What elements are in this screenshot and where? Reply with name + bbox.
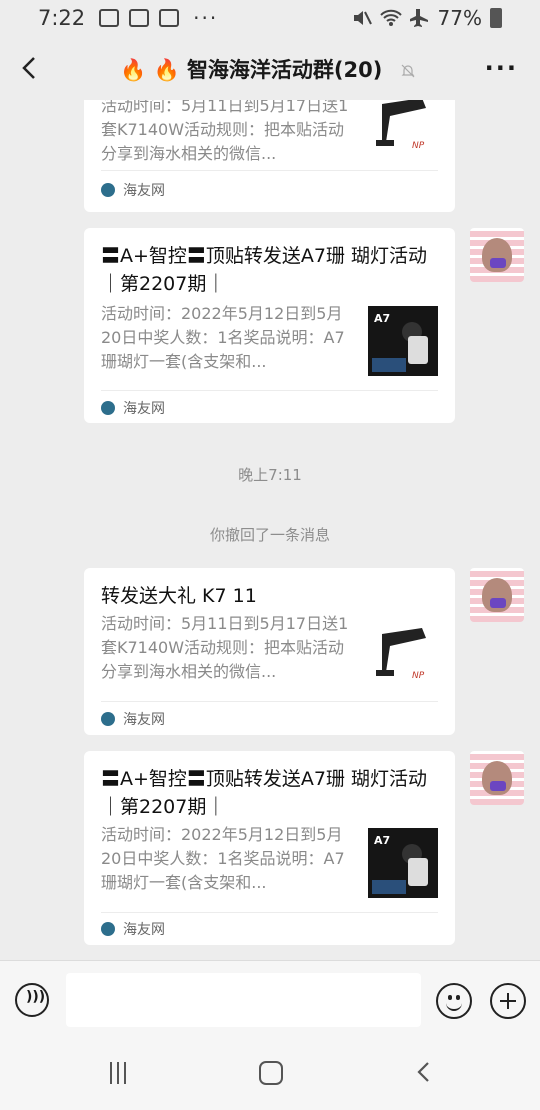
mute-icon <box>353 11 372 25</box>
card-divider <box>101 701 438 702</box>
card-divider <box>101 912 438 913</box>
chat-header: 🔥 🔥 智海海洋活动群(20) ··· <box>0 36 540 100</box>
group-name: 智海海洋活动群(20) <box>186 58 383 82</box>
card-title: 〓A+智控〓顶贴转发送A7珊 瑚灯活动｜第2207期｜ <box>101 245 428 295</box>
card-divider <box>101 170 438 171</box>
svg-text:NP: NP <box>412 141 425 151</box>
timestamp: 晚上7:11 <box>238 466 302 484</box>
message-card[interactable]: 转发送大礼 K7 11 活动时间：5月11日到5月17日送1套K7140W活动规… <box>84 568 455 735</box>
chat-area[interactable]: 活动时间：5月11日到5月17日送1套K7140W活动规则：把本贴活动分享到海水… <box>0 100 540 960</box>
card-divider <box>101 390 438 391</box>
more-actions-button[interactable] <box>490 983 526 1019</box>
svg-text:NP: NP <box>412 671 425 681</box>
card-description: 活动时间：5月11日到5月17日送1套K7140W活动规则：把本贴活动分享到海水… <box>101 100 349 163</box>
source-name: 海友网 <box>123 183 165 199</box>
mute-bell-icon <box>401 64 415 78</box>
d-app-icon <box>159 9 180 27</box>
home-button[interactable] <box>259 1061 283 1085</box>
fire-icon: 🔥 <box>153 58 180 82</box>
battery-icon <box>490 8 502 28</box>
voice-icon: ))) <box>26 989 46 1005</box>
recent-apps-button[interactable] <box>110 1062 132 1084</box>
source-name: 海友网 <box>123 712 165 728</box>
wifi-icon <box>379 9 402 26</box>
card-source: 海友网 <box>101 398 165 418</box>
input-bar: ))) <box>0 960 540 1039</box>
system-nav-bar <box>0 1038 540 1110</box>
source-logo-icon <box>101 401 115 415</box>
status-notification-icons: ··· <box>99 6 218 30</box>
battery-percent: 77% <box>437 6 482 30</box>
card-title: 转发送大礼 K7 11 <box>101 585 257 607</box>
card-source: 海友网 <box>101 709 165 729</box>
message-card[interactable]: 活动时间：5月11日到5月17日送1套K7140W活动规则：把本贴活动分享到海水… <box>84 100 455 212</box>
status-time: 7:22 <box>38 6 86 30</box>
back-icon[interactable] <box>16 54 44 82</box>
source-logo-icon <box>101 922 115 936</box>
source-logo-icon <box>101 183 115 197</box>
message-card[interactable]: 〓A+智控〓顶贴转发送A7珊 瑚灯活动｜第2207期｜ 活动时间：2022年5月… <box>84 751 455 945</box>
gallery-icon <box>99 9 120 27</box>
voice-input-button[interactable]: ))) <box>15 983 49 1017</box>
source-name: 海友网 <box>123 922 165 938</box>
user-avatar[interactable] <box>470 568 524 622</box>
status-right: 77% <box>352 6 502 30</box>
k7-lamp-thumbnail: NP <box>368 620 438 690</box>
status-bar: 7:22 ··· 77% <box>0 0 540 36</box>
card-description: 活动时间：2022年5月12日到5月20日中奖人数：1名奖品说明：A7珊瑚灯一套… <box>101 304 345 371</box>
system-back-button[interactable] <box>412 1060 436 1084</box>
emoji-button[interactable] <box>436 983 472 1019</box>
card-source: 海友网 <box>101 919 165 939</box>
user-avatar[interactable] <box>470 751 524 805</box>
more-notifications-icon: ··· <box>193 6 219 30</box>
source-name: 海友网 <box>123 401 165 417</box>
app-icon <box>129 9 150 27</box>
k7-lamp-thumbnail: NP <box>368 100 438 160</box>
a7-lamp-thumbnail: A7 <box>368 306 438 376</box>
more-options-button[interactable]: ··· <box>485 54 518 82</box>
card-title: 〓A+智控〓顶贴转发送A7珊 瑚灯活动｜第2207期｜ <box>101 768 428 818</box>
recall-notice: 你撤回了一条消息 <box>209 526 330 544</box>
message-card[interactable]: 〓A+智控〓顶贴转发送A7珊 瑚灯活动｜第2207期｜ 活动时间：2022年5月… <box>84 228 455 423</box>
airplane-icon <box>409 9 428 27</box>
card-description: 活动时间：5月11日到5月17日送1套K7140W活动规则：把本贴活动分享到海水… <box>101 614 349 681</box>
message-input[interactable] <box>66 973 421 1027</box>
source-logo-icon <box>101 712 115 726</box>
a7-lamp-thumbnail: A7 <box>368 828 438 898</box>
card-source: 海友网 <box>101 180 165 200</box>
user-avatar[interactable] <box>470 228 524 282</box>
card-description: 活动时间：2022年5月12日到5月20日中奖人数：1名奖品说明：A7珊瑚灯一套… <box>101 825 345 892</box>
chat-title: 🔥 🔥 智海海洋活动群(20) <box>120 54 440 84</box>
fire-icon: 🔥 <box>120 58 147 82</box>
